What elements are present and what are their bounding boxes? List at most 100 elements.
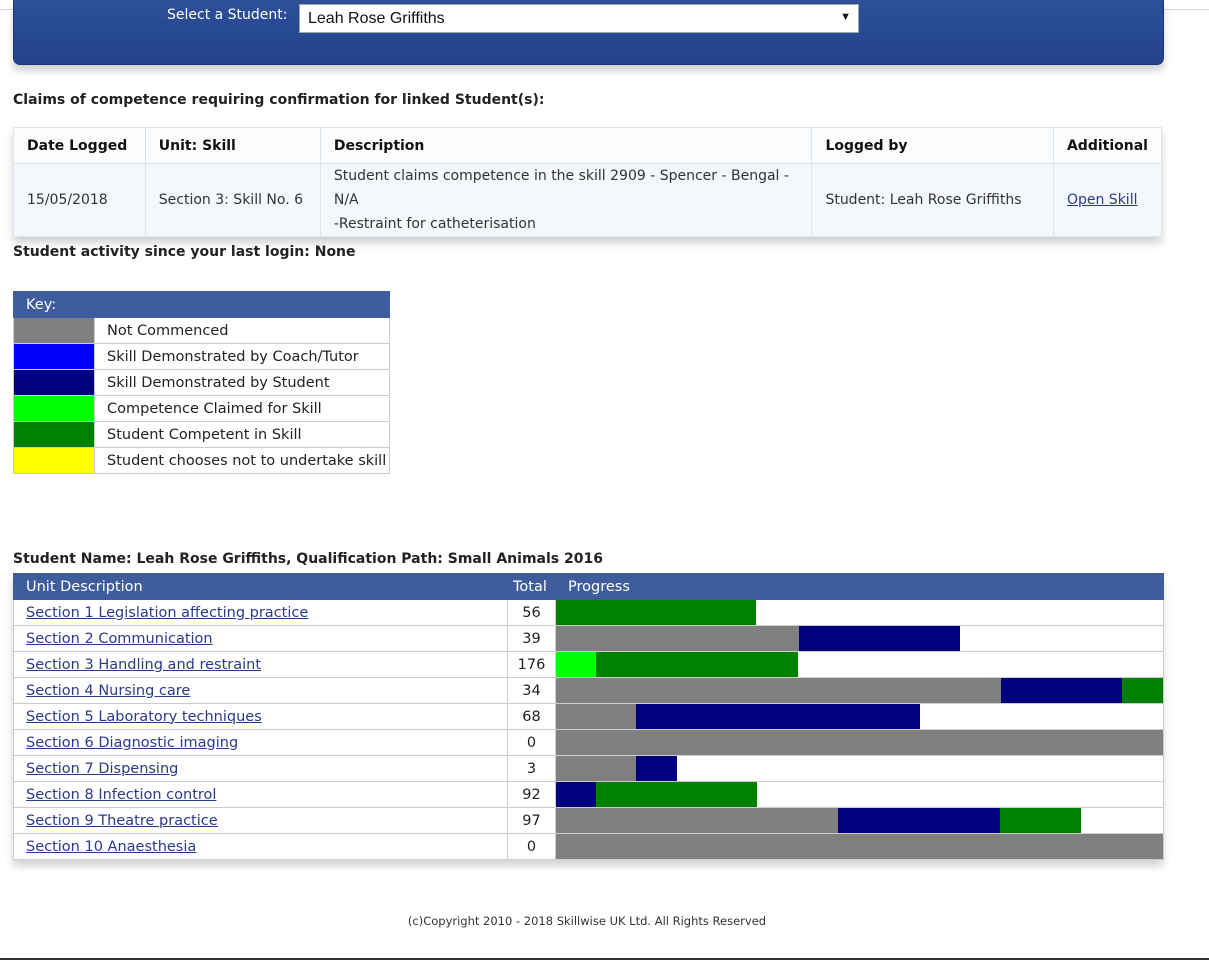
unit-cell: Section 7 Dispensing <box>13 755 508 782</box>
progress-bar <box>556 678 1163 703</box>
key-row: Skill Demonstrated by Student <box>13 369 390 396</box>
unit-link[interactable]: Section 10 Anaesthesia <box>26 839 196 855</box>
progress-segment <box>556 834 1163 859</box>
progress-segment <box>556 704 637 729</box>
unit-total: 39 <box>507 625 556 652</box>
col-description: Description <box>319 127 813 164</box>
progress-bar <box>556 782 1163 807</box>
col-unit-skill: Unit: Skill <box>144 127 321 164</box>
col-logged-by: Logged by <box>811 127 1054 164</box>
progress-segment <box>1122 678 1163 703</box>
progress-segment <box>556 626 799 651</box>
key-color-swatch <box>13 343 95 370</box>
progress-cell <box>555 729 1164 756</box>
progress-bar <box>556 730 1163 755</box>
table-row: Section 9 Theatre practice 97 <box>13 807 1164 834</box>
unit-total: 0 <box>507 729 556 756</box>
claims-header-row: Date Logged Unit: Skill Description Logg… <box>13 127 1163 164</box>
col-date-logged: Date Logged <box>13 127 146 164</box>
progress-segment <box>636 756 678 781</box>
col-progress: Progress <box>555 573 1164 600</box>
claim-description: Student claims competence in the skill 2… <box>319 163 813 237</box>
unit-cell: Section 2 Communication <box>13 625 508 652</box>
progress-bar <box>556 626 1163 651</box>
progress-segment <box>556 678 1001 703</box>
progress-cell <box>555 599 1164 626</box>
unit-total: 56 <box>507 599 556 626</box>
table-row: Section 8 Infection control 92 <box>13 781 1164 808</box>
progress-cell <box>555 677 1164 704</box>
key-color-swatch <box>13 369 95 396</box>
claim-description-line-1: Student claims competence in the skill 2… <box>333 168 789 208</box>
unit-link[interactable]: Section 1 Legislation affecting practice <box>26 605 308 621</box>
unit-cell: Section 9 Theatre practice <box>13 807 508 834</box>
unit-total: 0 <box>507 833 556 860</box>
key-label: Competence Claimed for Skill <box>94 395 390 422</box>
col-additional: Additional <box>1052 127 1163 164</box>
progress-segment <box>556 756 637 781</box>
table-row: Section 5 Laboratory techniques 68 <box>13 703 1164 730</box>
unit-link[interactable]: Section 3 Handling and restraint <box>26 657 261 673</box>
progress-title: Student Name: Leah Rose Griffiths, Quali… <box>13 551 603 567</box>
unit-total: 176 <box>507 651 556 678</box>
progress-cell <box>555 833 1164 860</box>
claims-title: Claims of competence requiring confirmat… <box>13 92 545 108</box>
unit-cell: Section 6 Diagnostic imaging <box>13 729 508 756</box>
progress-header-row: Unit Description Total Progress <box>13 573 1164 600</box>
progress-segment <box>798 626 960 651</box>
key-row: Student Competent in Skill <box>13 421 390 448</box>
key-label: Skill Demonstrated by Coach/Tutor <box>94 343 390 370</box>
open-skill-link[interactable]: Open Skill <box>1067 192 1138 208</box>
unit-link[interactable]: Section 6 Diagnostic imaging <box>26 735 238 751</box>
unit-link[interactable]: Section 9 Theatre practice <box>26 813 218 829</box>
key-color-swatch <box>13 421 95 448</box>
progress-table-container: Unit Description Total Progress Section … <box>13 573 1164 860</box>
claims-table-container: Date Logged Unit: Skill Description Logg… <box>13 127 1163 237</box>
progress-segment <box>556 808 839 833</box>
unit-total: 97 <box>507 807 556 834</box>
key-header-blank <box>94 291 390 318</box>
key-label: Student chooses not to undertake skill <box>94 447 390 474</box>
progress-cell <box>555 625 1164 652</box>
progress-bar <box>556 834 1163 859</box>
chevron-down-icon[interactable]: ▼ <box>840 11 851 23</box>
key-title: Key: <box>13 291 95 318</box>
unit-cell: Section 3 Handling and restraint <box>13 651 508 678</box>
progress-cell <box>555 807 1164 834</box>
unit-cell: Section 10 Anaesthesia <box>13 833 508 860</box>
progress-table: Unit Description Total Progress Section … <box>13 573 1164 860</box>
claims-table: Date Logged Unit: Skill Description Logg… <box>13 127 1163 237</box>
unit-cell: Section 5 Laboratory techniques <box>13 703 508 730</box>
unit-link[interactable]: Section 4 Nursing care <box>26 683 190 699</box>
key-header-row: Key: <box>13 291 390 318</box>
progress-bar <box>556 808 1163 833</box>
progress-cell <box>555 781 1164 808</box>
progress-bar <box>556 652 1163 677</box>
table-row: Section 4 Nursing care 34 <box>13 677 1164 704</box>
unit-total: 92 <box>507 781 556 808</box>
key-label: Not Commenced <box>94 317 390 344</box>
progress-segment <box>556 730 1163 755</box>
progress-segment <box>1000 678 1123 703</box>
key-label: Student Competent in Skill <box>94 421 390 448</box>
unit-link[interactable]: Section 8 Infection control <box>26 787 216 803</box>
unit-cell: Section 4 Nursing care <box>13 677 508 704</box>
progress-bar <box>556 704 1163 729</box>
select-student-label: Select a Student: <box>167 7 288 23</box>
unit-cell: Section 8 Infection control <box>13 781 508 808</box>
progress-segment <box>1000 808 1082 833</box>
key-row: Competence Claimed for Skill <box>13 395 390 422</box>
unit-link[interactable]: Section 7 Dispensing <box>26 761 178 777</box>
progress-cell <box>555 651 1164 678</box>
table-row: 15/05/2018 Section 3: Skill No. 6 Studen… <box>13 163 1163 237</box>
key-row: Skill Demonstrated by Coach/Tutor <box>13 343 390 370</box>
student-select[interactable]: Leah Rose Griffiths ▼ <box>299 4 859 33</box>
claim-description-line-2: -Restraint for catheterisation <box>333 216 536 232</box>
progress-cell <box>555 703 1164 730</box>
unit-link[interactable]: Section 2 Communication <box>26 631 213 647</box>
unit-cell: Section 1 Legislation affecting practice <box>13 599 508 626</box>
progress-cell <box>555 755 1164 782</box>
unit-link[interactable]: Section 5 Laboratory techniques <box>26 709 262 725</box>
key-color-swatch <box>13 395 95 422</box>
col-total: Total <box>507 573 556 600</box>
